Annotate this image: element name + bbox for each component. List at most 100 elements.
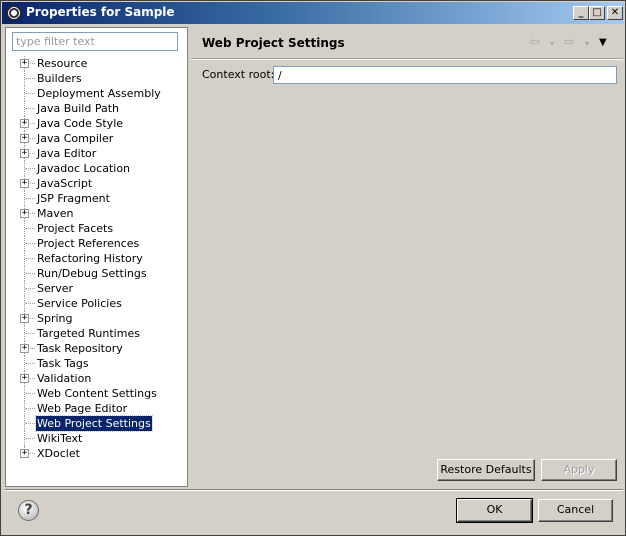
tree-item[interactable]: Project Facets — [6, 221, 187, 236]
expand-plus-icon[interactable]: + — [20, 119, 29, 128]
tree-item[interactable]: Java Build Path — [6, 101, 187, 116]
title-bar[interactable]: Properties for Sample _ □ ✕ — [2, 2, 624, 24]
filter-input[interactable] — [12, 32, 178, 51]
tree-item-label: Service Policies — [37, 297, 122, 310]
tree-item-label: Web Content Settings — [37, 387, 157, 400]
tree-branch-line — [25, 93, 35, 94]
context-root-input[interactable] — [273, 66, 617, 84]
tree-item-label: XDoclet — [37, 447, 80, 460]
tree-branch-line — [25, 258, 35, 259]
tree-branch-line — [25, 393, 35, 394]
tree-item-label: Task Repository — [37, 342, 123, 355]
tree-item-label: Java Compiler — [37, 132, 114, 145]
tree-branch-line — [25, 288, 35, 289]
back-dropdown-icon[interactable]: ▾ — [550, 39, 554, 48]
expand-plus-icon[interactable]: + — [20, 344, 29, 353]
tree-branch-line — [25, 108, 35, 109]
property-page-tree-pane: + Resource Builders Deployment Assembly Java… — [5, 27, 188, 487]
tree-item[interactable]: WikiText — [6, 431, 187, 446]
forward-arrow-icon[interactable]: ⇨ — [564, 35, 575, 50]
tree-branch-line — [25, 363, 35, 364]
tree-item-label: Java Editor — [37, 147, 97, 160]
window-title: Properties for Sample — [26, 5, 175, 19]
tree-item-label: Validation — [37, 372, 92, 385]
tree-item-label: Task Tags — [37, 357, 89, 370]
tree-item[interactable]: + Java Code Style — [6, 116, 187, 131]
tree-item[interactable]: Project References — [6, 236, 187, 251]
expand-plus-icon[interactable]: + — [20, 449, 29, 458]
tree-item-label: Resource — [37, 57, 88, 70]
tree-branch-line — [25, 303, 35, 304]
tree-item[interactable]: + JavaScript — [6, 176, 187, 191]
tree-item[interactable]: Web Page Editor — [6, 401, 187, 416]
tree-item[interactable]: Web Project Settings — [6, 415, 187, 432]
tree-item-label: Web Project Settings — [35, 415, 153, 432]
property-page-pane: Web Project Settings ⇦ ▾ ⇨ ▾ ▼ Context r… — [191, 27, 623, 487]
tree-item[interactable]: Server — [6, 281, 187, 296]
tree-item-label: Refactoring History — [37, 252, 143, 265]
maximize-button[interactable]: □ — [589, 6, 605, 20]
tree-item[interactable]: + Java Compiler — [6, 131, 187, 146]
tree-branch-line — [25, 333, 35, 334]
tree-item[interactable]: Targeted Runtimes — [6, 326, 187, 341]
tree-item[interactable]: Builders — [6, 71, 187, 86]
expand-plus-icon[interactable]: + — [20, 314, 29, 323]
tree-item-label: Run/Debug Settings — [37, 267, 147, 280]
tree-branch-line — [25, 168, 35, 169]
tree-branch-line — [25, 273, 35, 274]
expand-plus-icon[interactable]: + — [20, 134, 29, 143]
back-arrow-icon[interactable]: ⇦ — [529, 35, 540, 50]
tree-item-label: Builders — [37, 72, 82, 85]
minimize-button[interactable]: _ — [573, 6, 589, 20]
tree-item[interactable]: Run/Debug Settings — [6, 266, 187, 281]
tree-item[interactable]: + Java Editor — [6, 146, 187, 161]
tree-item[interactable]: Service Policies — [6, 296, 187, 311]
ok-button[interactable]: OK — [456, 498, 533, 523]
tree-item[interactable]: Refactoring History — [6, 251, 187, 266]
property-page-tree: + Resource Builders Deployment Assembly Java… — [6, 56, 187, 461]
page-title: Web Project Settings — [202, 36, 345, 50]
tree-item-label: Deployment Assembly — [37, 87, 161, 100]
tree-branch-line — [25, 408, 35, 409]
footer-separator — [5, 489, 623, 491]
tree-branch-line — [25, 198, 35, 199]
view-menu-icon[interactable]: ▼ — [599, 37, 607, 48]
close-button[interactable]: ✕ — [607, 6, 623, 20]
tree-item-label: Project Facets — [37, 222, 114, 235]
tree-item-label: Project References — [37, 237, 140, 250]
tree-item[interactable]: + Task Repository — [6, 341, 187, 356]
properties-dialog: Properties for Sample _ □ ✕ + Resource Bui… — [0, 0, 626, 536]
tree-item[interactable]: + Maven — [6, 206, 187, 221]
help-icon[interactable]: ? — [18, 500, 39, 521]
title-separator — [191, 58, 623, 60]
tree-item[interactable]: JSP Fragment — [6, 191, 187, 206]
expand-plus-icon[interactable]: + — [20, 59, 29, 68]
tree-item-label: Java Build Path — [37, 102, 120, 115]
tree-item[interactable]: + Resource — [6, 56, 187, 71]
tree-item-label: Web Page Editor — [37, 402, 128, 415]
tree-branch-line — [25, 228, 35, 229]
tree-branch-line — [25, 438, 35, 439]
tree-item-label: Targeted Runtimes — [37, 327, 140, 340]
restore-defaults-button[interactable]: Restore Defaults — [437, 459, 535, 481]
tree-item[interactable]: Deployment Assembly — [6, 86, 187, 101]
tree-item[interactable]: + Validation — [6, 371, 187, 386]
tree-item[interactable]: Web Content Settings — [6, 386, 187, 401]
forward-dropdown-icon[interactable]: ▾ — [585, 39, 589, 48]
apply-button[interactable]: Apply — [541, 459, 617, 481]
cancel-button[interactable]: Cancel — [538, 499, 613, 522]
tree-item[interactable]: + XDoclet — [6, 446, 187, 461]
tree-item-label: Javadoc Location — [37, 162, 131, 175]
expand-plus-icon[interactable]: + — [20, 149, 29, 158]
tree-item[interactable]: + Spring — [6, 311, 187, 326]
expand-plus-icon[interactable]: + — [20, 179, 29, 188]
tree-item[interactable]: Javadoc Location — [6, 161, 187, 176]
tree-item[interactable]: Task Tags — [6, 356, 187, 371]
expand-plus-icon[interactable]: + — [20, 209, 29, 218]
tree-branch-line — [25, 423, 35, 424]
tree-item-label: JSP Fragment — [37, 192, 110, 205]
tree-item-label: Java Code Style — [37, 117, 124, 130]
tree-item-label: WikiText — [37, 432, 83, 445]
eclipse-app-icon — [6, 5, 22, 21]
expand-plus-icon[interactable]: + — [20, 374, 29, 383]
